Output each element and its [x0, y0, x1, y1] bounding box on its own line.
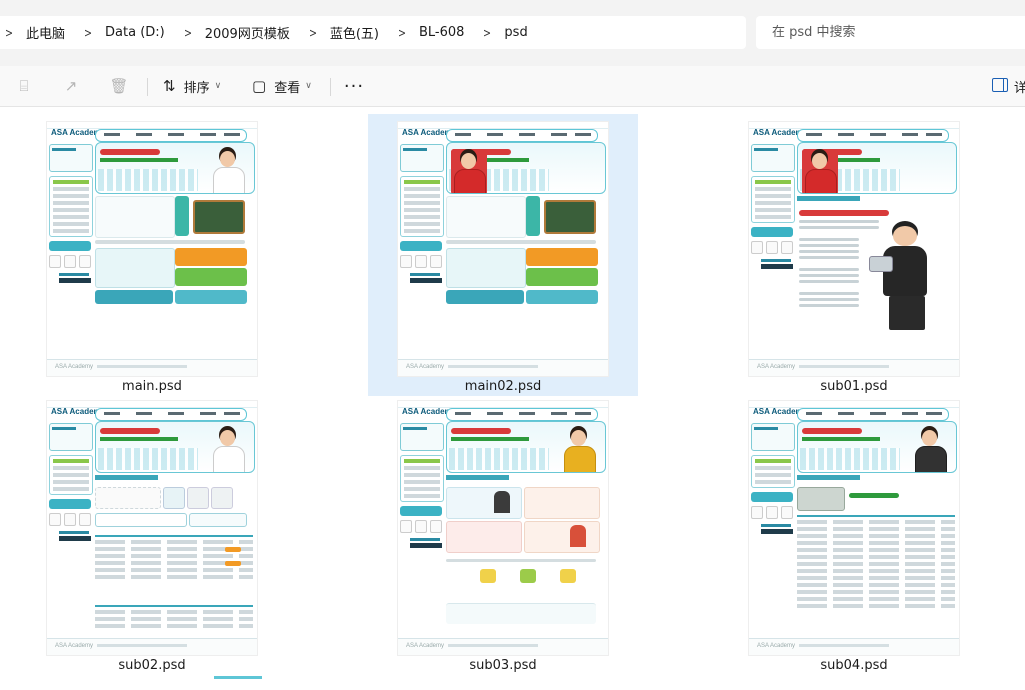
search-input[interactable]	[770, 24, 1014, 41]
file-tile[interactable]: ASA Academy	[368, 393, 638, 675]
file-name-label: sub04.psd	[820, 658, 888, 673]
address-bar-row: > 此电脑 > Data (D:) > 2009网页模板 > 蓝色(五) > B…	[0, 0, 1025, 66]
file-name-label: sub02.psd	[118, 658, 186, 673]
details-pane-icon[interactable]	[992, 78, 1008, 92]
file-name-label: sub01.psd	[820, 379, 888, 394]
chevron-right-icon[interactable]: >	[2, 26, 16, 40]
view-label: 查看	[274, 80, 301, 96]
chevron-right-icon[interactable]: >	[181, 26, 195, 40]
file-thumbnail: ASA Academy	[398, 122, 608, 376]
file-tile-selected[interactable]: ASA Academy ASA Academy main02.psd	[368, 114, 638, 396]
breadcrumb-item-this-pc[interactable]: 此电脑	[18, 23, 79, 42]
toolbar-divider	[147, 78, 148, 96]
breadcrumb[interactable]: > 此电脑 > Data (D:) > 2009网页模板 > 蓝色(五) > B…	[0, 16, 746, 49]
file-grid: ASA Academy ASA Academy main.psd ASA Aca…	[0, 107, 1025, 690]
more-options-button[interactable]: ···	[343, 66, 365, 106]
chevron-down-icon: ∨	[214, 81, 222, 91]
breadcrumb-item-templates-folder[interactable]: 2009网页模板	[197, 23, 304, 42]
file-explorer-window: > 此电脑 > Data (D:) > 2009网页模板 > 蓝色(五) > B…	[0, 0, 1025, 690]
file-tile[interactable]: ASA Academy	[17, 114, 287, 396]
chevron-right-icon[interactable]: >	[395, 26, 409, 40]
chevron-down-icon: ∨	[305, 81, 312, 91]
search-box[interactable]	[756, 16, 1025, 49]
details-pane-button[interactable]: 详	[1014, 66, 1025, 106]
breadcrumb-item-data-drive[interactable]: Data (D:)	[97, 25, 179, 40]
rename-icon[interactable]: ⌸	[9, 66, 39, 106]
file-tile[interactable]: ASA Academy	[17, 393, 287, 675]
sort-icon: ⇅	[163, 77, 176, 95]
view-icon: ▢	[252, 77, 267, 95]
file-thumbnail: ASA Academy	[398, 401, 608, 655]
file-tile-partial[interactable]	[214, 676, 262, 690]
chevron-right-icon[interactable]: >	[480, 26, 494, 40]
file-tile[interactable]: ASA Academy	[719, 393, 989, 675]
file-name-label: main02.psd	[464, 379, 542, 394]
sort-label: 排序	[183, 80, 210, 96]
delete-icon[interactable]: 🗑	[104, 66, 134, 106]
file-name-label: sub03.psd	[469, 658, 537, 673]
file-thumbnail: ASA Academy	[749, 122, 959, 376]
file-tile[interactable]: ASA Academy	[719, 114, 989, 396]
toolbar-divider	[330, 78, 331, 96]
breadcrumb-item-bl608[interactable]: BL-608	[411, 25, 478, 40]
chevron-right-icon[interactable]: >	[306, 26, 320, 40]
breadcrumb-item-psd[interactable]: psd	[496, 25, 541, 40]
chevron-right-icon[interactable]: >	[81, 26, 95, 40]
file-name-label: main.psd	[122, 379, 182, 394]
share-icon[interactable]: ↗	[56, 66, 86, 106]
file-thumbnail: ASA Academy	[47, 122, 257, 376]
view-button[interactable]: ▢ 查看 ∨	[252, 66, 312, 106]
file-thumbnail: ASA Academy	[749, 401, 959, 655]
sort-button[interactable]: ⇅ 排序 ∨	[163, 66, 221, 106]
file-thumbnail: ASA Academy	[47, 401, 257, 655]
command-bar: ⌸ ↗ 🗑 ⇅ 排序 ∨ ▢ 查看 ∨ ··· 详	[0, 66, 1025, 107]
breadcrumb-item-blue-five[interactable]: 蓝色(五)	[322, 23, 393, 42]
